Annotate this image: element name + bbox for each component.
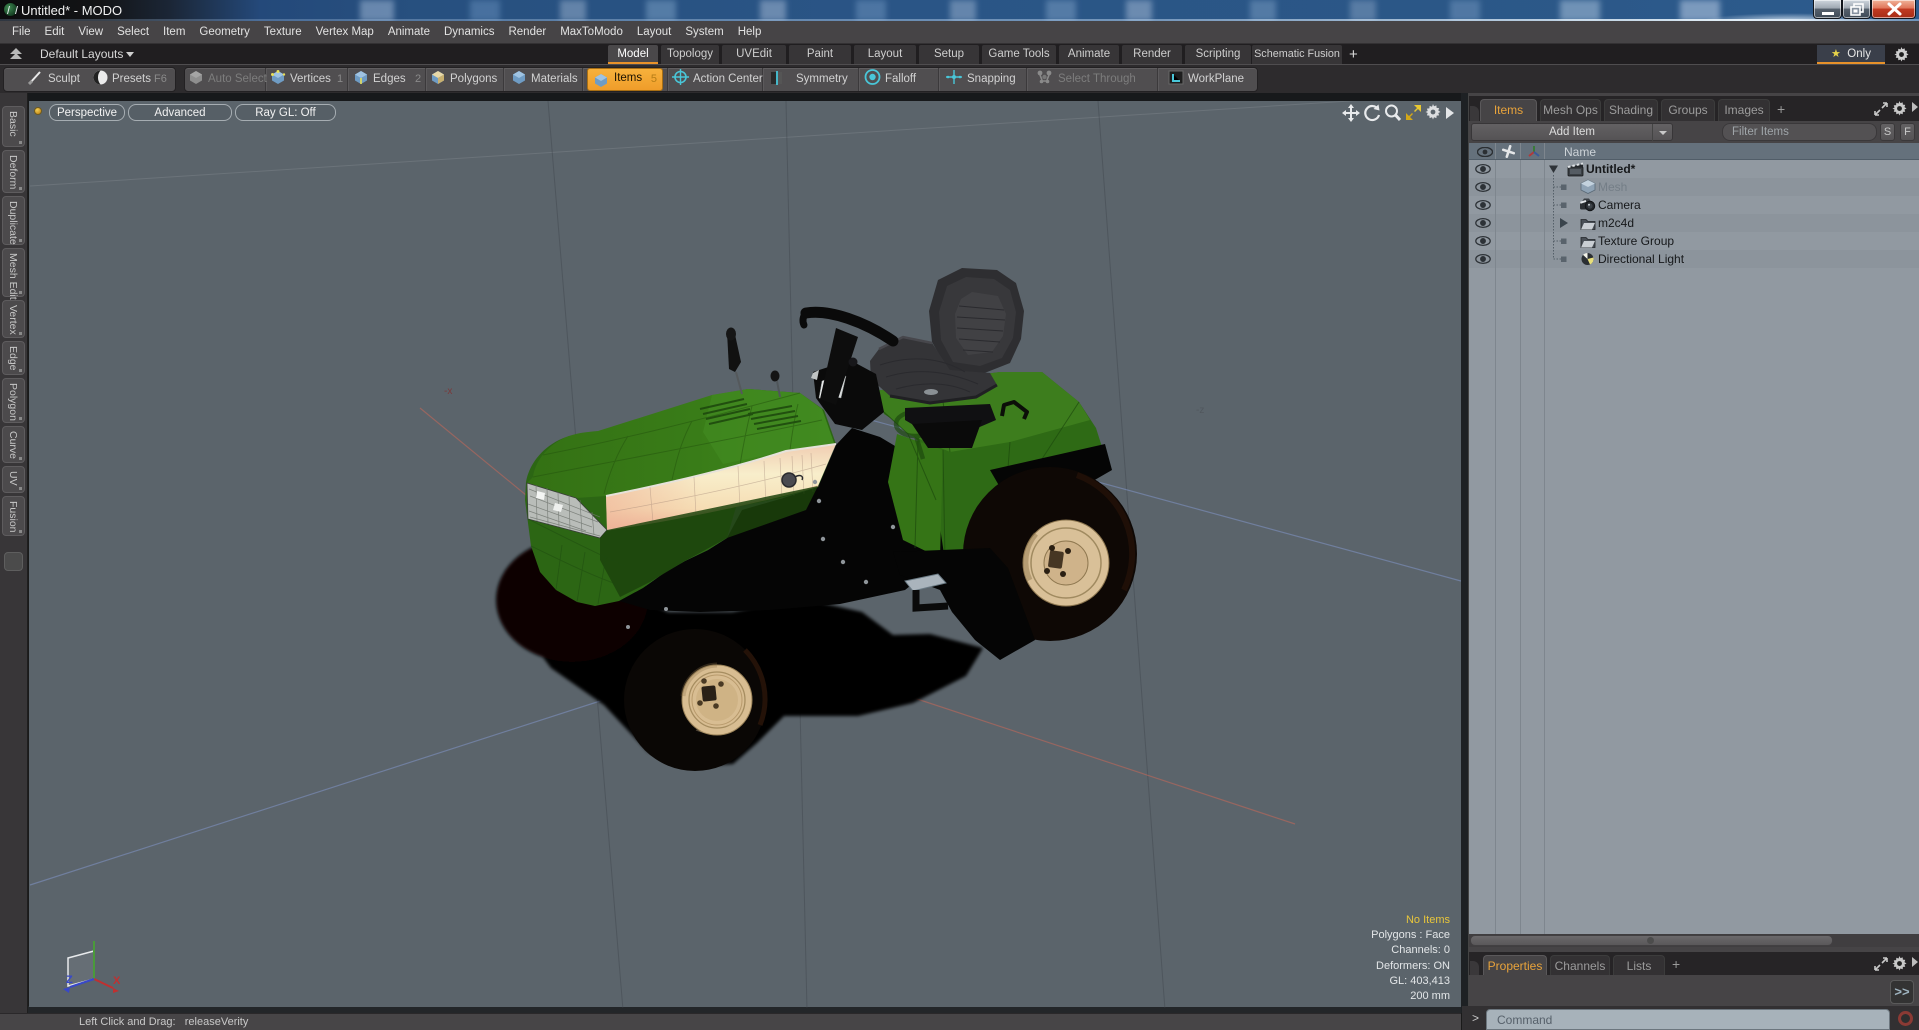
svg-text:X: X (113, 975, 121, 987)
svg-text:Z: Z (66, 974, 73, 986)
svg-text:-x: -x (444, 386, 452, 397)
svg-text:-z: -z (1196, 405, 1204, 416)
